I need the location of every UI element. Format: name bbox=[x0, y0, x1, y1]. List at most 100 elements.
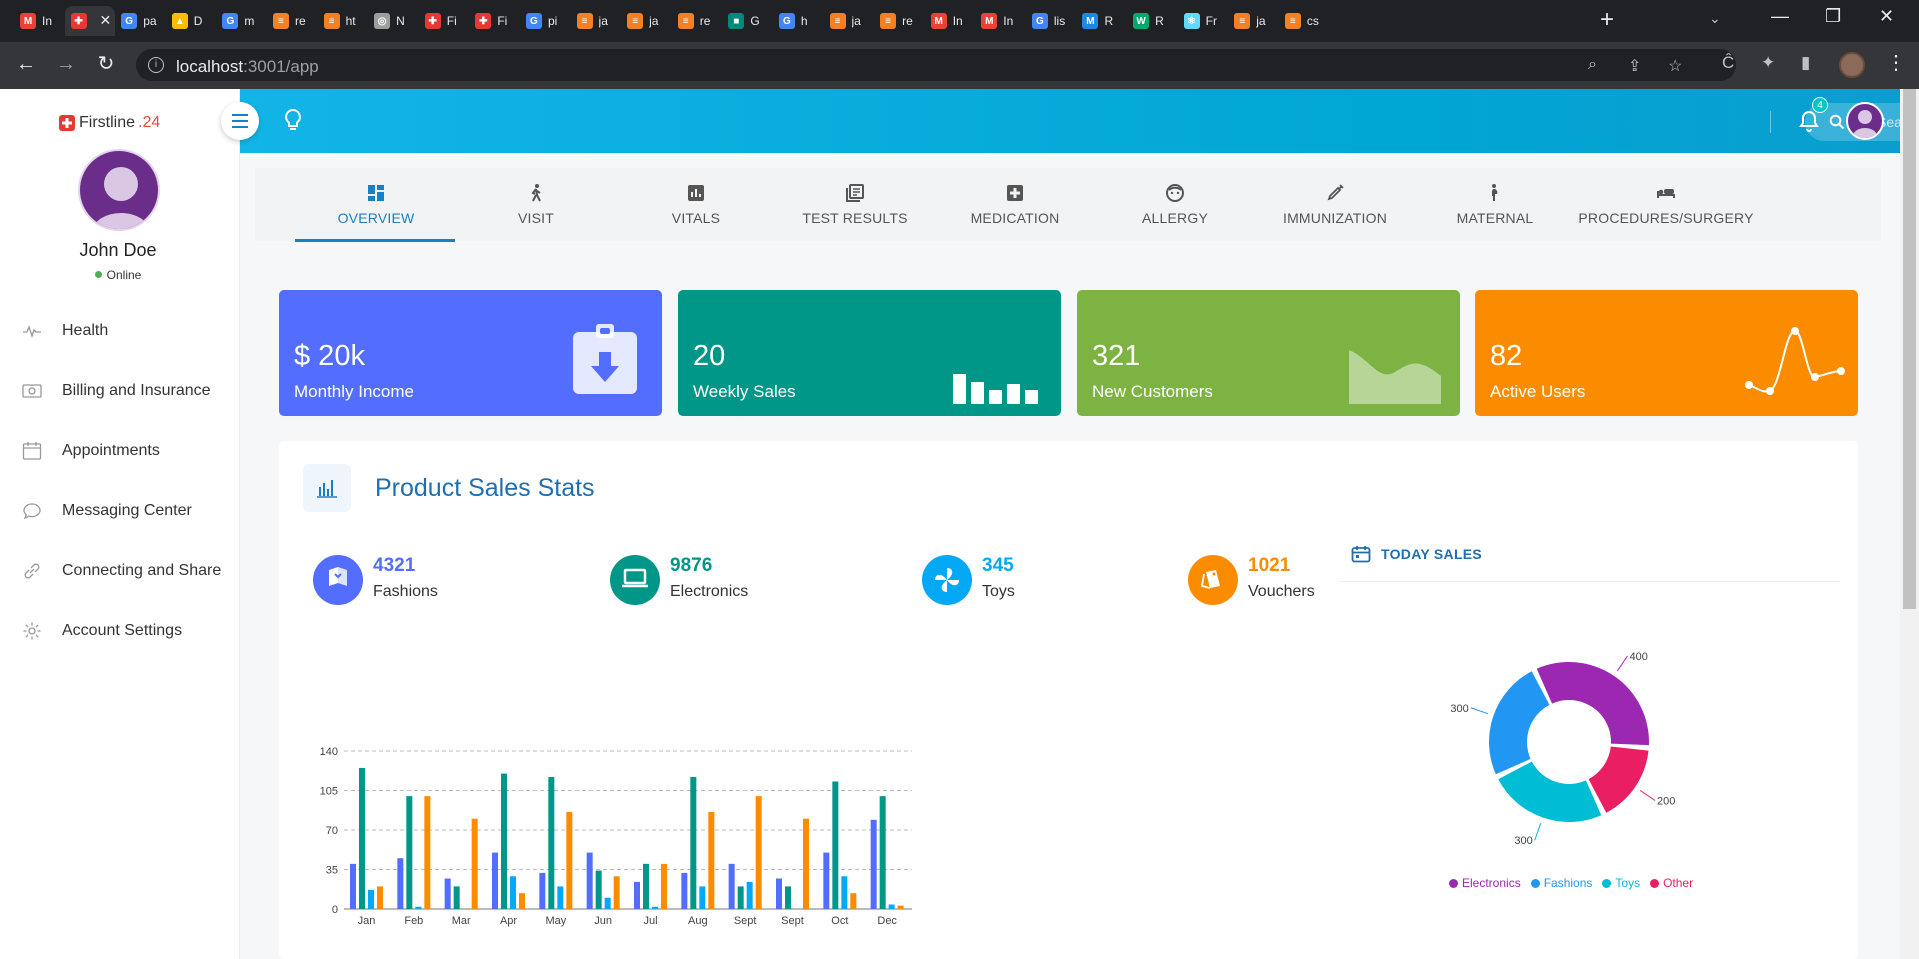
address-bar[interactable]: i localhost:3001/app ⌕ ⇪ ☆ bbox=[136, 49, 1736, 81]
stat-card[interactable]: $ 20k Monthly Income bbox=[279, 290, 662, 416]
zoom-icon[interactable]: ⌕ bbox=[1588, 56, 1597, 74]
new-tab-button[interactable]: + bbox=[1600, 8, 1614, 32]
stat-card[interactable]: 82 Active Users bbox=[1475, 290, 1858, 416]
tab-vitals[interactable]: VITALS bbox=[616, 168, 776, 241]
url-text[interactable]: localhost:3001/app bbox=[176, 57, 319, 77]
browser-tab[interactable]: ◎ N bbox=[368, 6, 419, 36]
tab-maternal[interactable]: MATERNAL bbox=[1415, 168, 1575, 241]
browser-tab[interactable]: ≡ re bbox=[672, 6, 723, 36]
mini-bar bbox=[971, 382, 984, 404]
browser-tab[interactable]: Gpi bbox=[520, 6, 571, 36]
tab-visit[interactable]: VISIT bbox=[456, 168, 616, 241]
sidebar-item-billing-and-insurance[interactable]: Billing and Insurance bbox=[22, 375, 237, 407]
browser-tab[interactable]: M In bbox=[975, 6, 1026, 36]
share-icon[interactable]: ⇪ bbox=[1628, 56, 1641, 76]
tab-medication[interactable]: MEDICATION bbox=[935, 168, 1095, 241]
browser-tab[interactable]: MR bbox=[1076, 6, 1127, 36]
bar bbox=[548, 776, 555, 909]
bar bbox=[850, 893, 857, 909]
legend-dot bbox=[1530, 878, 1540, 888]
legend-item[interactable]: Toys bbox=[1602, 876, 1640, 890]
scrollbar-thumb[interactable] bbox=[1903, 89, 1916, 609]
tab-procedures-surgery[interactable]: PROCEDURES/SURGERY bbox=[1578, 168, 1753, 241]
browser-tab[interactable]: M In bbox=[14, 6, 65, 36]
browser-tab-title: re bbox=[699, 14, 711, 28]
puzzle-icon[interactable]: ✦ bbox=[1761, 53, 1775, 73]
bookmark-star-icon[interactable]: ☆ bbox=[1668, 56, 1682, 76]
header-avatar[interactable] bbox=[1846, 102, 1884, 140]
header-divider bbox=[1770, 111, 1771, 133]
browser-tab[interactable]: ≡ re bbox=[267, 6, 318, 36]
close-window-icon[interactable]: ✕ bbox=[1879, 6, 1894, 27]
tab-label: IMMUNIZATION bbox=[1282, 210, 1388, 226]
sidebar-item-appointments[interactable]: Appointments bbox=[22, 435, 237, 467]
browser-tab[interactable]: ✚ Fi bbox=[419, 6, 470, 36]
browser-chrome: M In ✚ ✕ Gpa ▲ D Gm ≡ re ≡ ht ◎ N ✚ Fi ✚ Fi Gpi ≡ ja ≡ ja ≡ re ■ G… bbox=[0, 0, 1919, 89]
browser-tab[interactable]: ≡ ja bbox=[1228, 6, 1279, 36]
site-info-icon[interactable]: i bbox=[148, 57, 164, 73]
tab-test-results[interactable]: TEST RESULTS bbox=[775, 168, 935, 241]
extension-icon[interactable]: Ĉ bbox=[1722, 53, 1734, 73]
browser-profile-avatar[interactable] bbox=[1839, 52, 1865, 78]
brand-suffix: .24 bbox=[138, 114, 161, 131]
sidebar-item-messaging-center[interactable]: Messaging Center bbox=[22, 495, 237, 527]
browser-tab[interactable]: ≡ ja bbox=[621, 6, 672, 36]
tab-allergy[interactable]: ALLERGY bbox=[1095, 168, 1255, 241]
tab-close-icon[interactable]: ✕ bbox=[99, 12, 111, 29]
legend-item[interactable]: Other bbox=[1650, 876, 1693, 890]
browser-tab-title: ht bbox=[345, 14, 356, 28]
sidebar-item-account-settings[interactable]: Account Settings bbox=[22, 615, 237, 647]
browser-tab[interactable]: ✚ Fi bbox=[469, 6, 520, 36]
browser-tab[interactable]: ⚛ Fr bbox=[1178, 6, 1229, 36]
browser-tab-title: In bbox=[1003, 14, 1014, 28]
category-icon-circle bbox=[922, 555, 972, 605]
browser-tab[interactable]: ■ G bbox=[722, 6, 773, 36]
browser-tab[interactable]: ≡ ja bbox=[571, 6, 622, 36]
sidebar-item-health[interactable]: Health bbox=[22, 315, 237, 347]
tab-immunization[interactable]: IMMUNIZATION bbox=[1255, 168, 1415, 241]
browser-tab[interactable]: Gpa bbox=[115, 6, 166, 36]
browser-tab[interactable]: Gh bbox=[773, 6, 824, 36]
tab-search-icon[interactable]: ⌄ bbox=[1709, 10, 1721, 27]
browser-tab[interactable]: ≡ cs bbox=[1279, 6, 1330, 36]
minimize-icon[interactable]: — bbox=[1771, 6, 1789, 27]
browser-menu-icon[interactable]: ⋮ bbox=[1886, 50, 1906, 75]
browser-tab[interactable]: M In bbox=[925, 6, 976, 36]
stackoverflow-icon: ≡ bbox=[272, 13, 289, 29]
tab-overview[interactable]: OVERVIEW bbox=[296, 168, 456, 241]
back-icon[interactable]: ← bbox=[14, 52, 38, 76]
stat-card[interactable]: 20 Weekly Sales bbox=[678, 290, 1061, 416]
browser-tab[interactable]: ▲ D bbox=[166, 6, 217, 36]
menu-toggle-button[interactable] bbox=[221, 102, 259, 140]
browser-tab[interactable]: ≡ ht bbox=[318, 6, 369, 36]
browser-tab[interactable]: ≡ ja bbox=[824, 6, 875, 36]
lightbulb-icon[interactable] bbox=[280, 107, 306, 133]
google-icon: G bbox=[525, 13, 542, 29]
sidebar-item-connecting-and-share[interactable]: Connecting and Share bbox=[22, 555, 237, 587]
tab-strip: M In ✚ ✕ Gpa ▲ D Gm ≡ re ≡ ht ◎ N ✚ Fi ✚ Fi Gpi ≡ ja ≡ ja ≡ re ■ G… bbox=[0, 0, 1919, 42]
legend-dot bbox=[1602, 878, 1612, 888]
browser-tab[interactable]: Gm bbox=[216, 6, 267, 36]
bar bbox=[737, 886, 744, 909]
google-icon: G bbox=[1031, 13, 1048, 29]
legend-item[interactable]: Fashions bbox=[1530, 876, 1592, 890]
sidepanel-icon[interactable]: ▮ bbox=[1801, 53, 1810, 73]
google-icon: G bbox=[121, 13, 138, 29]
restore-icon[interactable]: ❐ bbox=[1825, 6, 1841, 27]
user-avatar[interactable] bbox=[78, 149, 160, 231]
bar bbox=[519, 893, 525, 909]
legend-item[interactable]: Electronics bbox=[1449, 876, 1521, 890]
brand-logo[interactable]: Firstline .24 bbox=[58, 113, 160, 133]
browser-tab[interactable]: ✚ ✕ bbox=[64, 6, 116, 36]
bar bbox=[406, 796, 413, 909]
browser-tab[interactable]: ≡ re bbox=[874, 6, 925, 36]
x-tick-label: Oct bbox=[831, 915, 848, 927]
stat-card[interactable]: 321 New Customers bbox=[1077, 290, 1460, 416]
reload-icon[interactable]: ↻ bbox=[94, 52, 118, 76]
forward-icon[interactable]: → bbox=[54, 52, 78, 76]
bar bbox=[803, 818, 809, 909]
browser-tab[interactable]: WR bbox=[1127, 6, 1178, 36]
google-icon: G bbox=[778, 13, 795, 29]
browser-tab[interactable]: Glis bbox=[1026, 6, 1077, 36]
page-scrollbar[interactable] bbox=[1900, 89, 1919, 959]
